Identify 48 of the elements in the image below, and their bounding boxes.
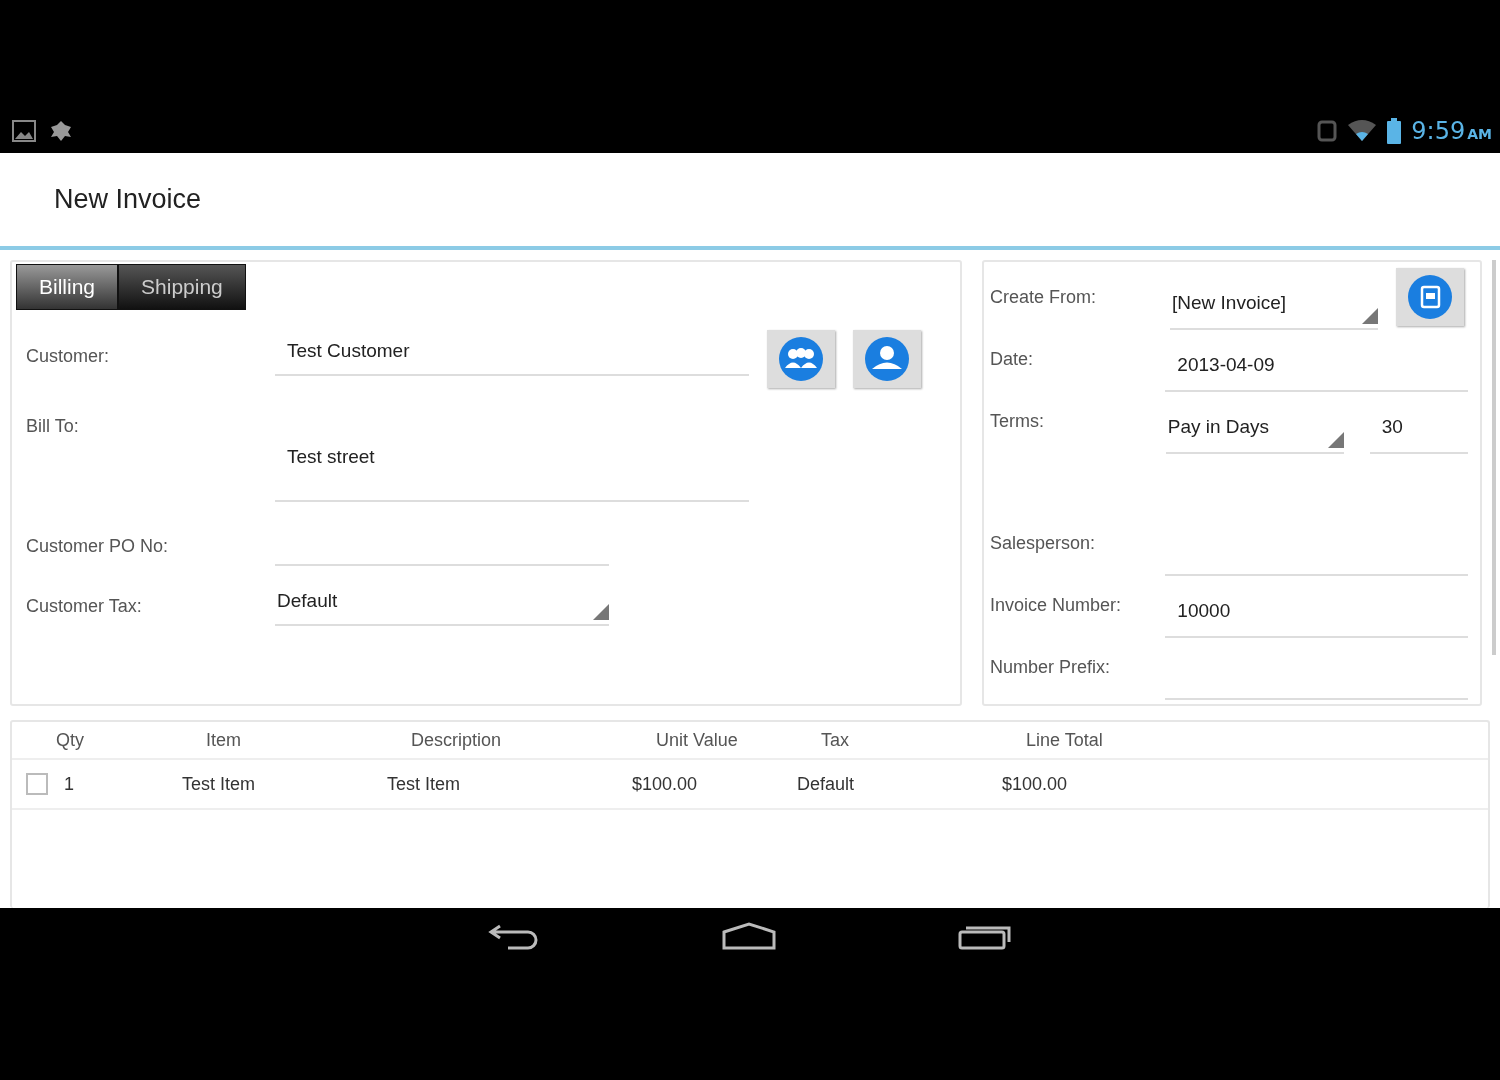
picture-icon: [12, 120, 36, 142]
field-label: Customer:: [26, 345, 111, 367]
dropdown[interactable]: Default: [275, 572, 609, 626]
home-icon[interactable]: [722, 922, 776, 950]
field-label: Bill To:: [26, 415, 80, 437]
tab[interactable]: Shipping: [118, 264, 246, 310]
dropdown[interactable]: [New Invoice]: [1170, 284, 1378, 330]
input-field[interactable]: Test Customer: [275, 322, 749, 376]
input-field[interactable]: 10000: [1165, 592, 1468, 638]
field-label: Date:: [990, 349, 1035, 371]
field-label: Create From:: [990, 287, 1098, 309]
field-label: Customer PO No:: [26, 535, 170, 557]
column-header: Description: [411, 729, 503, 751]
column-header: Qty: [56, 729, 85, 751]
document-icon: [1407, 274, 1453, 320]
column-header: Line Total: [1026, 729, 1104, 751]
column-header: Unit Value: [656, 729, 739, 751]
dropdown[interactable]: Pay in Days: [1165, 408, 1344, 454]
people-icon: [778, 336, 824, 382]
tab[interactable]: Billing: [16, 264, 119, 310]
clock-meridiem: AM: [1467, 126, 1492, 142]
checkbox[interactable]: [26, 773, 48, 795]
table-cell-text: Default: [797, 773, 856, 795]
back-icon[interactable]: [488, 922, 540, 950]
customer-button[interactable]: [853, 330, 921, 388]
table-cell-text: $100.00: [632, 773, 699, 795]
input-field[interactable]: 2013-04-09: [1165, 346, 1468, 392]
table-cell-text: Test Item: [387, 773, 462, 795]
wifi-icon: [1347, 120, 1378, 142]
copy-button[interactable]: [1396, 268, 1464, 326]
column-header: Tax: [821, 729, 850, 751]
battery-icon: [1387, 118, 1402, 144]
field-label: Salesperson:: [990, 533, 1097, 555]
clock-time: 9:59: [1411, 117, 1466, 145]
table-cell-text: Test Item: [181, 773, 257, 795]
field-label: Number Prefix:: [990, 657, 1112, 679]
field-label: Invoice Number:: [990, 595, 1123, 617]
table-cell-text: 1: [64, 773, 75, 795]
input-field[interactable]: 30: [1369, 408, 1468, 454]
column-header: Item: [206, 729, 242, 751]
field-label: Terms:: [990, 411, 1045, 433]
customers-button[interactable]: [767, 330, 835, 388]
screen-title: New Invoice: [54, 184, 202, 215]
person-icon: [864, 336, 910, 382]
rotation-icon: [1317, 119, 1338, 143]
field-label: Customer Tax:: [26, 595, 143, 617]
table-cell-text: $100.00: [1002, 773, 1069, 795]
input-field[interactable]: Test street: [275, 392, 749, 502]
